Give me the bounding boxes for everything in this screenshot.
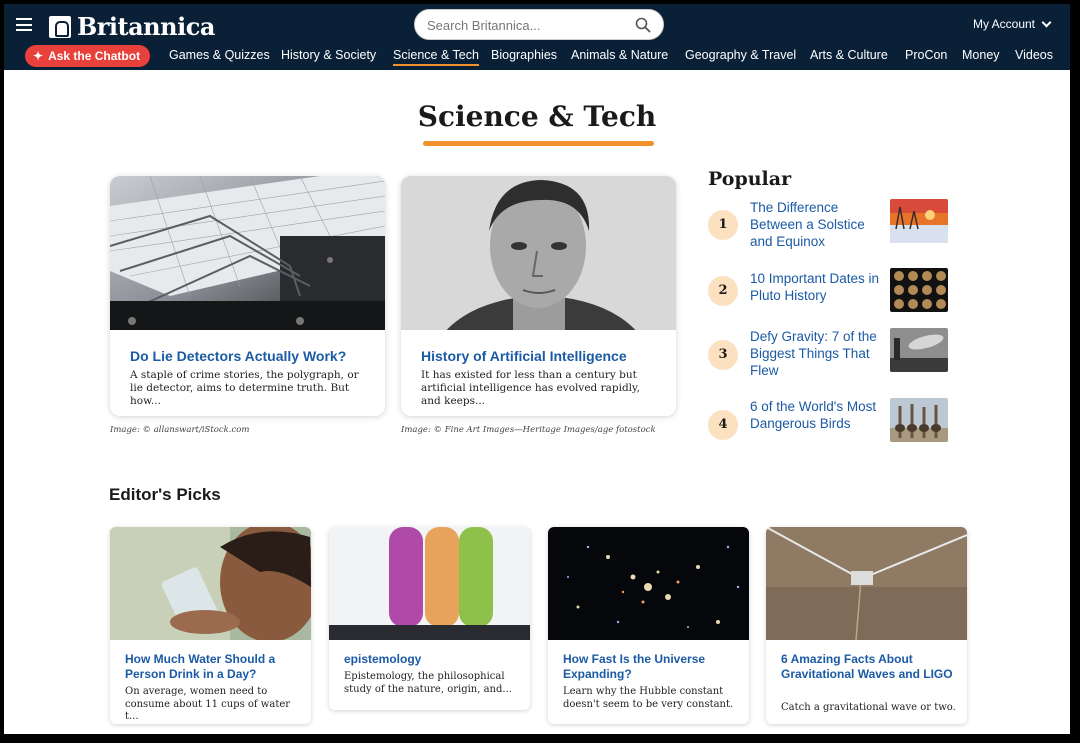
popular-item[interactable]: 2 10 Important Dates in Pluto History [708, 268, 954, 328]
title-underline [423, 141, 654, 146]
feature-card-lie-detectors[interactable]: Do Lie Detectors Actually Work? A staple… [110, 176, 385, 416]
ligo-aerial-image [766, 527, 967, 640]
pick-title[interactable]: 6 Amazing Facts About Gravitational Wave… [781, 652, 959, 682]
nav-history-society[interactable]: History & Society [281, 48, 376, 62]
portrait-image [401, 176, 676, 330]
polygraph-image [110, 176, 385, 330]
search-icon[interactable] [635, 17, 651, 33]
test-tubes-image [329, 527, 530, 640]
nav-science-tech[interactable]: Science & Tech [393, 48, 479, 66]
feature-description: It has existed for less than a century b… [421, 369, 640, 407]
popular-link[interactable]: Defy Gravity: 7 of the Biggest Things Th… [750, 328, 880, 379]
pick-title[interactable]: How Much Water Should a Person Drink in … [125, 652, 303, 682]
britannica-logo[interactable]: Britannica [49, 12, 215, 41]
popular-heading: Popular [708, 168, 792, 190]
search-input[interactable] [427, 16, 627, 34]
nav-procon[interactable]: ProCon [905, 48, 947, 62]
pluto-grid-thumb [890, 268, 948, 312]
sparkle-icon: ✦ [33, 49, 44, 63]
nav-animals-nature[interactable]: Animals & Nature [571, 48, 668, 62]
nav-money[interactable]: Money [962, 48, 1000, 62]
ask-chatbot-button[interactable]: ✦ Ask the Chatbot [25, 45, 151, 67]
pick-description: Catch a gravitational wave or two. [781, 702, 956, 713]
rank-badge: 2 [708, 276, 738, 306]
rank-badge: 3 [708, 340, 738, 370]
menu-icon[interactable] [16, 18, 32, 31]
page-title: Science & Tech [417, 100, 657, 133]
site-header: Britannica My Account ✦ Ask the Chatbot … [4, 4, 1070, 70]
editors-pick-card[interactable]: How Much Water Should a Person Drink in … [110, 527, 311, 724]
feature-title[interactable]: History of Artificial Intelligence [421, 348, 627, 364]
search-box [414, 9, 664, 40]
logo-text: Britannica [77, 12, 215, 41]
popular-link[interactable]: 6 of the World's Most Dangerous Birds [750, 398, 880, 432]
feature-title[interactable]: Do Lie Detectors Actually Work? [130, 348, 346, 364]
image-credit: Image: © Fine Art Images—Heritage Images… [401, 425, 656, 435]
pick-description: Learn why the Hubble constant doesn't se… [563, 686, 734, 710]
popular-item[interactable]: 1 The Difference Between a Solstice and … [708, 197, 954, 257]
woman-drinking-water-image [110, 527, 311, 640]
chevron-down-icon [1041, 17, 1052, 27]
rank-badge: 1 [708, 210, 738, 240]
nav-arts-culture[interactable]: Arts & Culture [810, 48, 888, 62]
popular-link[interactable]: 10 Important Dates in Pluto History [750, 270, 880, 304]
winter-sunset-thumb [890, 199, 948, 243]
image-credit: Image: © allanswart/iStock.com [110, 425, 250, 435]
thistle-logo-icon [49, 15, 71, 38]
nav-games-quizzes[interactable]: Games & Quizzes [169, 48, 270, 62]
main-nav: ✦ Ask the Chatbot Games & Quizzes Histor… [4, 44, 1070, 70]
popular-item[interactable]: 4 6 of the World's Most Dangerous Birds [708, 396, 954, 456]
editors-pick-card[interactable]: 6 Amazing Facts About Gravitational Wave… [766, 527, 967, 724]
popular-item[interactable]: 3 Defy Gravity: 7 of the Biggest Things … [708, 326, 954, 386]
pick-description: On average, women need to consume about … [125, 686, 291, 722]
feature-description: A staple of crime stories, the polygraph… [130, 369, 359, 407]
account-label: My Account [972, 17, 1035, 31]
airship-thumb [890, 328, 948, 372]
editors-pick-card[interactable]: epistemology Epistemology, the philosoph… [329, 527, 530, 710]
pick-title[interactable]: How Fast Is the Universe Expanding? [563, 652, 741, 682]
pick-title[interactable]: epistemology [344, 652, 522, 667]
my-account-menu[interactable]: My Account [972, 17, 1052, 31]
feature-card-ai-history[interactable]: History of Artificial Intelligence It ha… [401, 176, 676, 416]
popular-link[interactable]: The Difference Between a Solstice and Eq… [750, 199, 880, 250]
ostriches-thumb [890, 398, 948, 442]
nav-geography-travel[interactable]: Geography & Travel [685, 48, 796, 62]
galaxies-image [548, 527, 749, 640]
chatbot-label: Ask the Chatbot [48, 49, 141, 63]
nav-videos[interactable]: Videos [1015, 48, 1053, 62]
page: Britannica My Account ✦ Ask the Chatbot … [4, 4, 1070, 734]
nav-biographies[interactable]: Biographies [491, 48, 557, 62]
editors-picks-heading: Editor's Picks [109, 485, 221, 504]
rank-badge: 4 [708, 410, 738, 440]
editors-pick-card[interactable]: How Fast Is the Universe Expanding? Lear… [548, 527, 749, 724]
pick-description: Epistemology, the philosophical study of… [344, 671, 512, 695]
